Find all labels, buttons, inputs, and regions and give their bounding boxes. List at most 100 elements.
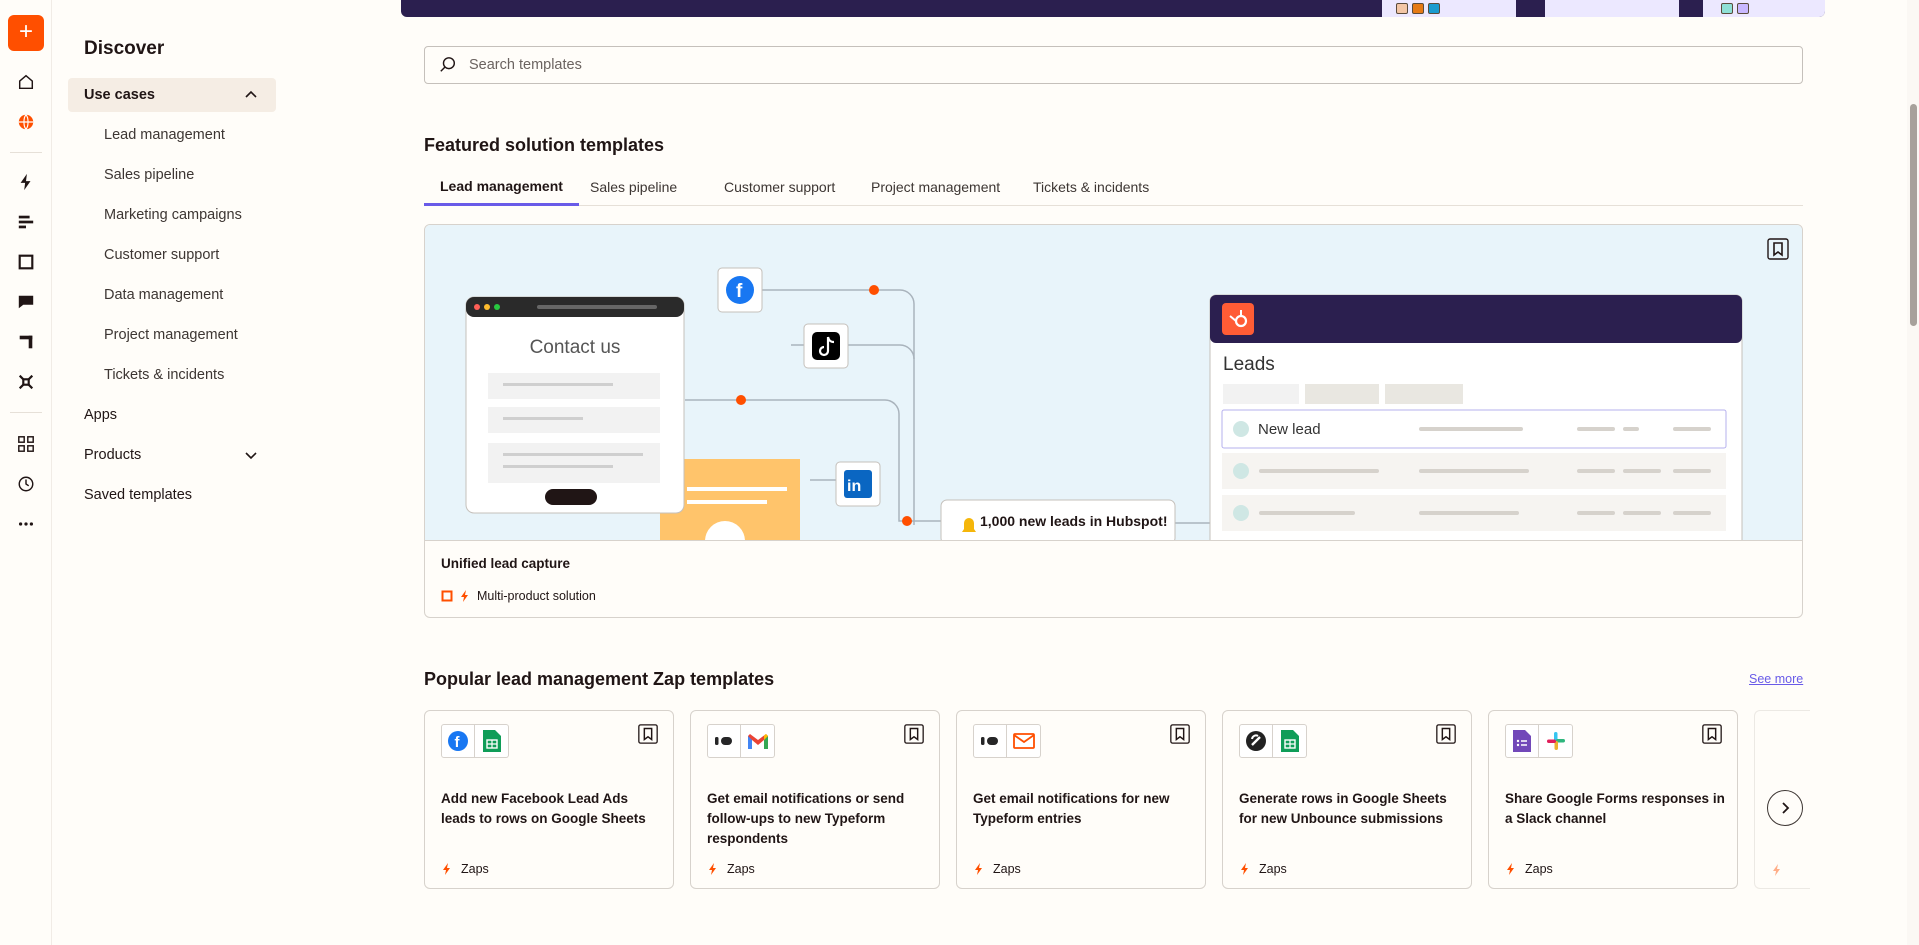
zap-icon: [975, 863, 982, 875]
create-button[interactable]: +: [8, 15, 44, 51]
home-icon[interactable]: [14, 70, 38, 94]
zap-template-card[interactable]: Generate rows in Google Sheets for new U…: [1222, 710, 1472, 889]
featured-card-meta: Multi-product solution: [441, 589, 596, 603]
hero-card-3: [1703, 0, 1825, 17]
chatbots-icon[interactable]: [14, 290, 38, 314]
bookmark-icon[interactable]: [1701, 723, 1723, 745]
more-icon[interactable]: [14, 512, 38, 536]
zap-card-type: Zaps: [1525, 862, 1553, 876]
zap-card-type: Zaps: [1259, 862, 1287, 876]
nav-marketing-campaigns[interactable]: Marketing campaigns: [68, 198, 276, 232]
zap-icon: [1773, 864, 1780, 876]
nav-use-cases[interactable]: Use cases: [68, 78, 276, 112]
nav-use-cases-label: Use cases: [84, 87, 155, 103]
popular-heading: Popular lead management Zap templates: [424, 669, 775, 689]
zap-icon: [1507, 863, 1514, 875]
agents-icon[interactable]: [14, 370, 38, 394]
tab-customer-support[interactable]: Customer support: [708, 168, 851, 206]
zap-card-title: Get email notifications for new Typeform…: [973, 791, 1170, 826]
chevron-right-icon: [1782, 802, 1790, 814]
sidenav-title: Discover: [84, 38, 165, 59]
zap-template-card[interactable]: Get email notifications or send follow-u…: [690, 710, 940, 889]
chevron-down-icon: [245, 452, 257, 460]
leads-title: Leads: [1223, 354, 1275, 375]
email-icon: [1007, 724, 1041, 758]
zap-card-type: Zaps: [993, 862, 1021, 876]
zap-card-type: Zaps: [727, 862, 755, 876]
svg-text:in: in: [847, 478, 861, 495]
tab-sales-pipeline[interactable]: Sales pipeline: [574, 168, 693, 206]
new-lead-label: New lead: [1258, 421, 1321, 438]
form-title: Contact us: [529, 337, 621, 358]
zap-icon: [1241, 863, 1248, 875]
tab-lead-management[interactable]: Lead management: [424, 168, 579, 206]
search-icon: [440, 57, 456, 72]
nav-tickets-incidents[interactable]: Tickets & incidents: [68, 358, 276, 392]
nav-saved-templates[interactable]: Saved templates: [68, 478, 276, 512]
featured-card-title: Unified lead capture: [441, 556, 571, 571]
zap-icon: [461, 590, 468, 602]
globe-icon[interactable]: [14, 110, 38, 134]
unbounce-icon: [1239, 724, 1273, 758]
nav-project-management[interactable]: Project management: [68, 318, 276, 352]
zap-template-card[interactable]: Get email notifications for new Typeform…: [956, 710, 1206, 889]
typeform-icon: [973, 724, 1007, 758]
zap-template-card[interactable]: f Add new Facebook Lead Ads leads to row…: [424, 710, 674, 889]
featured-card-type: Multi-product solution: [477, 589, 596, 603]
bookmark-icon[interactable]: [637, 723, 659, 745]
template-search[interactable]: [424, 46, 1803, 84]
interfaces-icon: [441, 590, 453, 602]
zap-icon: [709, 863, 716, 875]
tab-tickets-incidents[interactable]: Tickets & incidents: [1017, 168, 1165, 206]
zap-card-title: Add new Facebook Lead Ads leads to rows …: [441, 791, 646, 826]
page-scrollbar[interactable]: [1907, 0, 1919, 945]
bookmark-icon[interactable]: [903, 723, 925, 745]
typeform-icon: [707, 724, 741, 758]
bookmark-icon[interactable]: [1766, 237, 1790, 261]
zap-template-card[interactable]: Share Google Forms responses in a Slack …: [1488, 710, 1738, 889]
bookmark-icon[interactable]: [1435, 723, 1457, 745]
apps-grid-icon[interactable]: [14, 432, 38, 456]
search-input[interactable]: [469, 57, 1769, 73]
history-icon[interactable]: [14, 472, 38, 496]
zap-card-title: Share Google Forms responses in a Slack …: [1505, 791, 1725, 826]
hero-banner: [401, 0, 1825, 17]
featured-heading: Featured solution templates: [424, 135, 665, 155]
carousel-next-button[interactable]: [1767, 790, 1803, 826]
chevron-up-icon: [245, 90, 257, 98]
hero-card-2: [1545, 0, 1679, 17]
svg-text:f: f: [736, 281, 743, 302]
bookmark-icon[interactable]: [1169, 723, 1191, 745]
zap-card-title: Generate rows in Google Sheets for new U…: [1239, 791, 1447, 826]
tab-project-management[interactable]: Project management: [855, 168, 1016, 206]
featured-template-card[interactable]: f in Contact us Leads New lead 1,000 new…: [424, 224, 1803, 618]
google-sheets-icon: [1273, 724, 1307, 758]
icon-rail: +: [0, 0, 52, 945]
nav-products-label: Products: [84, 447, 142, 463]
gmail-icon: [741, 724, 775, 758]
nav-customer-support[interactable]: Customer support: [68, 238, 276, 272]
see-more-link[interactable]: See more: [1749, 672, 1803, 686]
nav-data-management[interactable]: Data management: [68, 278, 276, 312]
interfaces-icon[interactable]: [14, 250, 38, 274]
zap-card-title: Get email notifications or send follow-u…: [707, 791, 905, 846]
nav-apps[interactable]: Apps: [68, 398, 276, 432]
zap-card-type: Zaps: [461, 862, 489, 876]
featured-tabs: Lead management Sales pipeline Customer …: [424, 168, 1803, 206]
tables-icon[interactable]: [14, 210, 38, 234]
canvas-icon[interactable]: [14, 330, 38, 354]
zap-icon: [443, 863, 450, 875]
facebook-icon: f: [441, 724, 475, 758]
discover-sidenav: Discover Use cases Lead management Sales…: [68, 0, 278, 945]
nav-products[interactable]: Products: [68, 438, 276, 472]
nav-lead-management[interactable]: Lead management: [68, 118, 276, 152]
slack-icon: [1539, 724, 1573, 758]
hero-card-1: [1382, 0, 1516, 17]
google-sheets-icon: [475, 724, 509, 758]
google-forms-icon: [1505, 724, 1539, 758]
notification-text: 1,000 new leads in Hubspot!: [980, 513, 1168, 529]
featured-illustration: f in Contact us Leads New lead 1,000 new…: [425, 225, 1802, 541]
nav-sales-pipeline[interactable]: Sales pipeline: [68, 158, 276, 192]
scrollbar-thumb[interactable]: [1910, 104, 1917, 326]
zap-icon[interactable]: [14, 170, 38, 194]
